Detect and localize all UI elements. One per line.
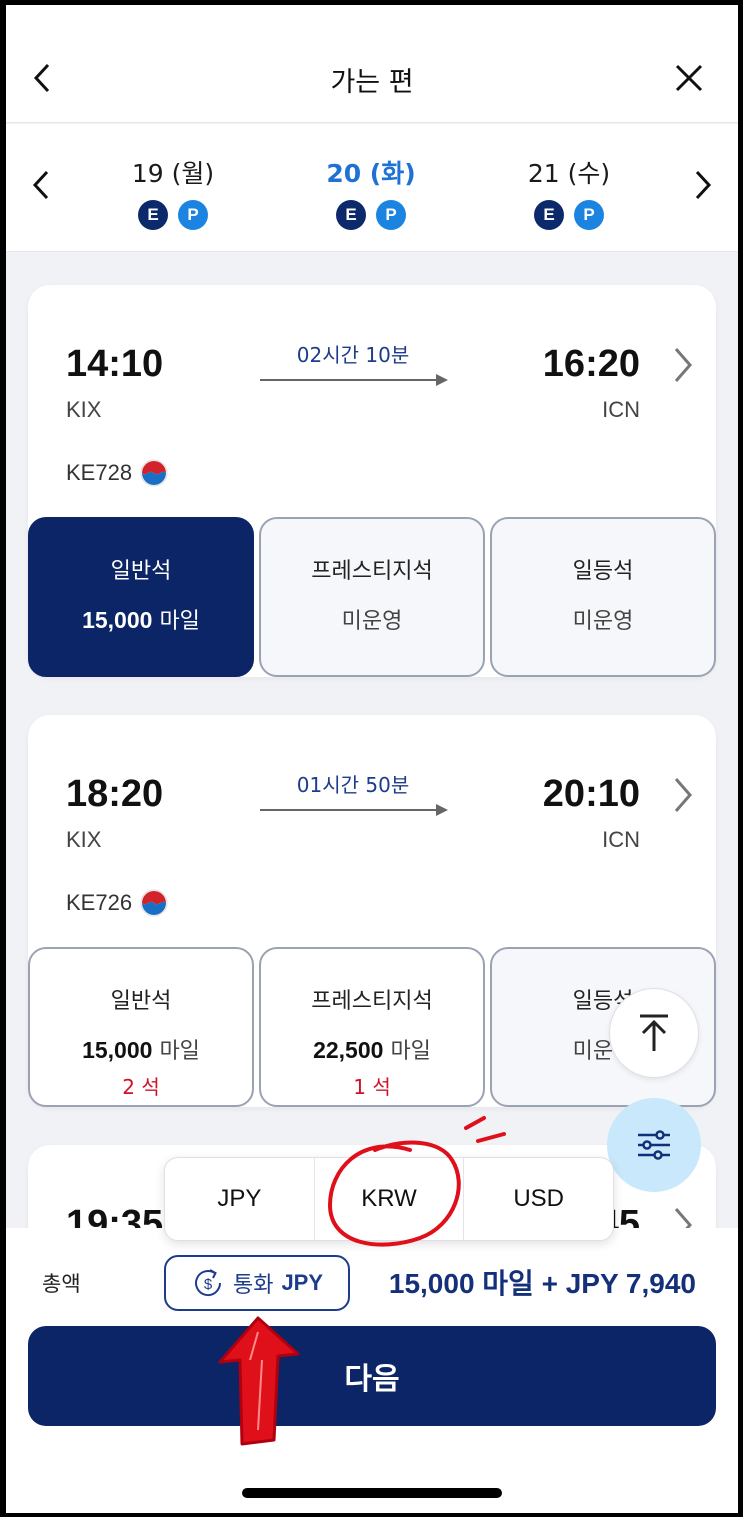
fare-status: 미운영 (341, 609, 403, 634)
arrive-airport: ICN (602, 827, 640, 852)
fare-name: 프레스티지석 (311, 989, 433, 1014)
currency-button[interactable]: $ 통화 JPY (164, 1255, 350, 1311)
close-icon[interactable] (674, 63, 704, 93)
currency-option-usd[interactable]: USD (463, 1158, 613, 1240)
total-label: 총액 (42, 1272, 81, 1296)
economy-badge: E (336, 200, 366, 230)
duration-arrow (260, 374, 448, 386)
flight-duration: 01시간 50분 (296, 773, 410, 797)
next-button[interactable]: 다음 (28, 1326, 716, 1426)
flight-duration: 02시간 10분 (296, 343, 410, 367)
prestige-badge: P (376, 200, 406, 230)
economy-badge: E (534, 200, 564, 230)
date-item-selected[interactable]: 20 (화) E P (296, 154, 446, 230)
fare-price: 15,000 마일 (30, 1033, 252, 1065)
fare-name: 프레스티지석 (311, 559, 433, 584)
chevron-right-icon[interactable] (672, 775, 694, 815)
flight-number-text: KE726 (66, 890, 133, 915)
flight-number: KE726 (66, 889, 168, 917)
arrive-time: 20:10 (542, 773, 640, 815)
fare-seats: 2 석 (122, 1075, 160, 1099)
fare-prestige[interactable]: 프레스티지석 22,500 마일 1 석 (259, 947, 485, 1107)
screen: 가는 편 19 (월) E P 20 (화) E P 21 (수) E P 14… (6, 5, 738, 1513)
fare-unit: 마일 (159, 609, 200, 634)
sliders-icon (638, 1130, 670, 1160)
fare-prestige: 프레스티지석 미운영 (259, 517, 485, 677)
date-selector: 19 (월) E P 20 (화) E P 21 (수) E P (6, 124, 738, 252)
chevron-right-icon[interactable] (672, 345, 694, 385)
currency-button-prefix: 통화 (232, 1273, 274, 1298)
chevron-right-icon[interactable] (692, 168, 714, 202)
scroll-top-button[interactable] (609, 988, 699, 1078)
depart-time: 14:10 (66, 343, 164, 385)
currency-button-value: JPY (281, 1270, 324, 1295)
korean-air-logo-icon (140, 889, 168, 917)
arrive-time: 16:20 (542, 343, 640, 385)
economy-badge: E (138, 200, 168, 230)
date-label: 21 (수) (527, 159, 611, 188)
flight-number: KE728 (66, 459, 168, 487)
chevron-left-icon[interactable] (30, 168, 52, 202)
date-label: 20 (화) (326, 159, 416, 188)
fare-name: 일반석 (110, 559, 172, 584)
date-item[interactable]: 19 (월) E P (98, 154, 248, 230)
header: 가는 편 (6, 5, 738, 123)
currency-option-jpy[interactable]: JPY (165, 1158, 314, 1240)
flight-number-text: KE728 (66, 460, 133, 485)
home-indicator (242, 1488, 502, 1498)
arrive-airport: ICN (602, 397, 640, 422)
currency-menu: JPY KRW USD (164, 1157, 614, 1241)
fare-status: 미운영 (572, 609, 634, 634)
fare-amount: 15,000 (82, 1037, 153, 1063)
fare-unit: 마일 (390, 1039, 431, 1064)
arrow-up-icon (640, 1014, 668, 1051)
fare-unit: 마일 (159, 1039, 200, 1064)
currency-option-krw[interactable]: KRW (313, 1158, 464, 1240)
depart-time: 18:20 (66, 773, 164, 815)
fare-name: 일반석 (110, 989, 172, 1014)
korean-air-logo-icon (140, 459, 168, 487)
prestige-badge: P (574, 200, 604, 230)
bottom-bar: 총액 $ 통화 JPY 15,000 마일 + JPY 7,940 다음 (6, 1228, 738, 1513)
depart-airport: KIX (66, 827, 102, 852)
fare-amount: 15,000 (82, 607, 153, 633)
total-amount: 15,000 마일 + JPY 7,940 (388, 1268, 696, 1299)
svg-text:$: $ (204, 1276, 213, 1293)
fare-price: 15,000 마일 (30, 603, 252, 635)
flight-card[interactable]: 14:10 KIX 02시간 10분 16:20 ICN KE728 일반석 1… (28, 285, 716, 677)
fare-amount: 22,500 (313, 1037, 384, 1063)
date-item[interactable]: 21 (수) E P (494, 154, 644, 230)
fare-price: 22,500 마일 (261, 1033, 483, 1065)
filter-button[interactable] (607, 1098, 701, 1192)
currency-exchange-icon: $ (195, 1269, 221, 1297)
fare-name: 일등석 (572, 559, 634, 584)
fare-economy[interactable]: 일반석 15,000 마일 (28, 517, 254, 677)
fare-seats: 1 석 (353, 1075, 391, 1099)
duration-arrow (260, 804, 448, 816)
prestige-badge: P (178, 200, 208, 230)
date-label: 19 (월) (131, 159, 215, 188)
page-title: 가는 편 (330, 67, 414, 98)
fare-first: 일등석 미운영 (490, 517, 716, 677)
fare-economy[interactable]: 일반석 15,000 마일 2 석 (28, 947, 254, 1107)
depart-airport: KIX (66, 397, 102, 422)
